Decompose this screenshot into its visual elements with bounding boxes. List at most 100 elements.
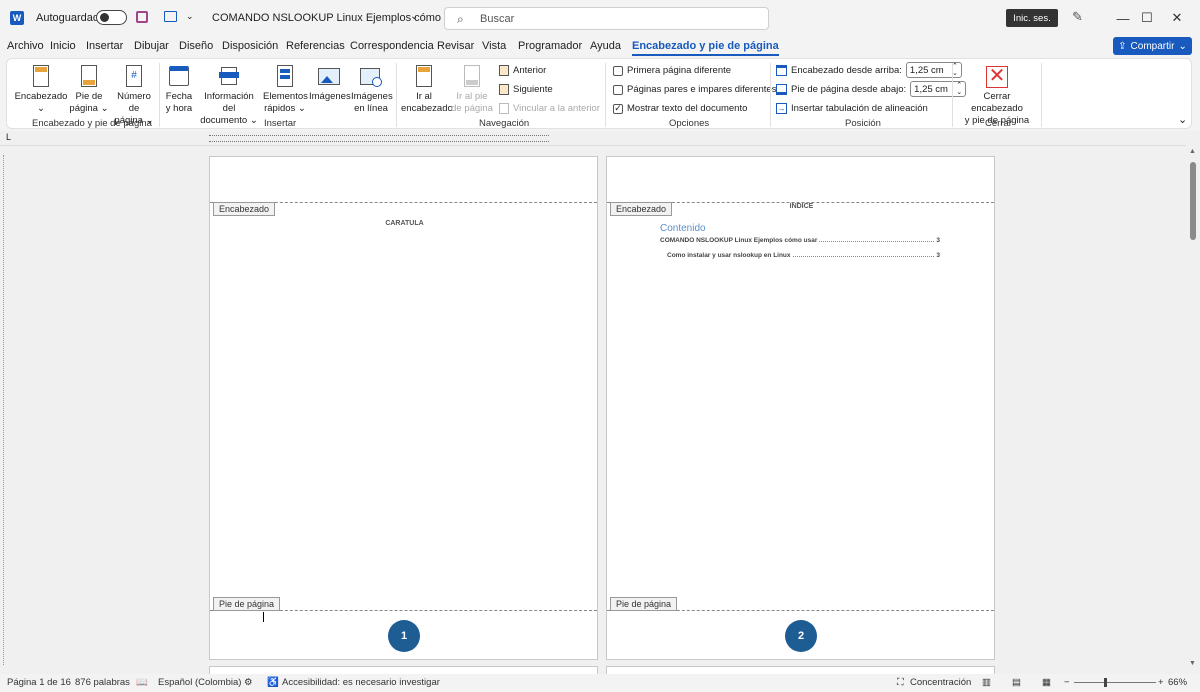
page-number-icon: # <box>122 63 146 89</box>
read-mode-icon[interactable]: ▥ <box>982 677 991 688</box>
online-picture-icon <box>359 63 383 89</box>
anterior-button[interactable]: Anterior <box>499 65 546 76</box>
imagenes-button[interactable]: Imágenes <box>309 63 351 103</box>
horizontal-ruler[interactable]: L <box>0 131 1186 146</box>
separator <box>1041 63 1042 127</box>
ir-encabezado-button[interactable]: Ir al encabezado <box>401 63 453 115</box>
toc-entry[interactable]: COMANDO NSLOOKUP Linux Ejemplos cómo usa… <box>660 237 940 244</box>
accessibility-icon: ♿ <box>267 677 279 688</box>
zoom-in-icon[interactable]: + <box>1158 677 1164 688</box>
zoom-level[interactable]: 66% <box>1168 677 1187 688</box>
scroll-up-icon[interactable]: ▲ <box>1189 148 1196 155</box>
text-predictions-icon[interactable]: ⚙ <box>244 677 253 688</box>
web-layout-icon[interactable]: ▦ <box>1042 677 1051 688</box>
menu-archivo[interactable]: Archivo <box>7 40 44 52</box>
zoom-slider[interactable] <box>1074 678 1156 687</box>
menu-bar: Archivo Inicio Insertar Dibujar Diseño D… <box>0 36 1200 58</box>
scroll-thumb[interactable] <box>1190 162 1196 240</box>
page-2[interactable]: Encabezado INDICE Contenido COMANDO NSLO… <box>606 156 995 660</box>
menu-inicio[interactable]: Inicio <box>50 40 76 52</box>
vertical-scrollbar[interactable]: ▲ ▼ <box>1186 146 1200 674</box>
header-icon <box>29 63 53 89</box>
menu-dibujar[interactable]: Dibujar <box>134 40 169 52</box>
calendar-icon <box>167 63 191 89</box>
document-title[interactable]: COMANDO NSLOOKUP Linux Ejemplos cómo usa… <box>212 12 466 24</box>
mostrar-texto-checkbox[interactable]: ✓ Mostrar texto del documento <box>613 103 747 114</box>
word-logo-icon: W <box>10 11 24 25</box>
pie-pagina-button[interactable]: Pie de página ⌄ <box>69 63 109 115</box>
vincular-anterior-button: Vincular a la anterior <box>499 103 600 114</box>
info-documento-button[interactable]: Información del documento ⌄ <box>197 63 261 127</box>
share-button[interactable]: ⇪ Compartir ⌄ <box>1113 37 1192 55</box>
word-count[interactable]: 876 palabras <box>75 677 130 688</box>
vertical-ruler[interactable] <box>3 155 15 665</box>
tab-selector-icon[interactable]: L <box>6 132 11 142</box>
document-area: L Encabezado CARATULA Pie de página 1 En… <box>0 131 1200 686</box>
page-count[interactable]: Página 1 de 16 <box>7 677 71 688</box>
page-number-badge: 2 <box>785 620 817 652</box>
encabezado-desde-arriba: Encabezado desde arriba: 1,25 cm ⌃ ⌄ <box>776 62 962 78</box>
menu-diseno[interactable]: Diseño <box>179 40 213 52</box>
goto-header-icon <box>412 63 436 89</box>
checkbox-checked: ✓ <box>613 103 623 114</box>
separator <box>770 63 771 127</box>
group-label-posicion: Posición <box>845 118 881 129</box>
menu-disposicion[interactable]: Disposición <box>222 40 278 52</box>
ribbon-expand-icon[interactable]: ⌄ <box>1178 113 1187 126</box>
quick-parts-icon <box>273 63 297 89</box>
search-placeholder: Buscar <box>480 13 515 25</box>
focus-mode-button[interactable]: Concentración <box>910 677 971 688</box>
search-input[interactable]: ⌕ Buscar <box>444 7 769 30</box>
toc-entry[interactable]: Como instalar y usar nslookup en Linux 3 <box>667 252 940 259</box>
page-1[interactable]: Encabezado CARATULA Pie de página 1 <box>209 156 598 660</box>
page-heading: INDICE <box>789 203 814 210</box>
autosave-label: Autoguardado <box>36 12 106 24</box>
header-distance-input[interactable]: 1,25 cm ⌃ ⌄ <box>905 62 962 78</box>
checkbox-unchecked <box>613 65 623 76</box>
insertar-tabulacion-button[interactable]: → Insertar tabulación de alineación <box>776 103 928 114</box>
scroll-down-icon[interactable]: ▼ <box>1189 660 1196 667</box>
next-icon <box>499 84 509 95</box>
print-layout-icon[interactable]: ▤ <box>1012 677 1021 688</box>
pen-icon[interactable]: ✎ <box>1072 9 1083 25</box>
language[interactable]: Español (Colombia) <box>158 677 241 688</box>
close-button[interactable]: ✕ <box>1154 0 1200 36</box>
separator <box>605 63 606 127</box>
save-icon[interactable] <box>136 11 148 23</box>
proofing-icon[interactable]: 📖 <box>136 677 148 688</box>
menu-encabezado-pie[interactable]: Encabezado y pie de página <box>632 40 779 56</box>
elementos-rapidos-button[interactable]: Elementos rápidos ⌄ <box>263 63 308 115</box>
menu-ayuda[interactable]: Ayuda <box>590 40 621 52</box>
menu-programador[interactable]: Programador <box>518 40 582 52</box>
menu-correspondencia[interactable]: Correspondencia <box>350 40 434 52</box>
encabezado-button[interactable]: Encabezado ⌄ <box>13 63 69 115</box>
presentation-icon[interactable] <box>164 11 177 22</box>
accessibility-status[interactable]: Accesibilidad: es necesario investigar <box>282 677 440 688</box>
footer-position-icon <box>776 83 787 95</box>
share-icon: ⇪ <box>1118 40 1127 52</box>
search-icon: ⌕ <box>457 12 464 26</box>
footer-tag: Pie de página <box>213 597 281 611</box>
document-info-icon <box>217 63 241 89</box>
pie-desde-abajo: Pie de página desde abajo: 1,25 cm ⌃ ⌄ <box>776 81 967 97</box>
imagenes-linea-button[interactable]: Imágenes en línea <box>351 63 393 115</box>
menu-revisar[interactable]: Revisar <box>437 40 474 52</box>
group-label-cerrar: Cerrar <box>985 118 1012 129</box>
sign-in-button[interactable]: Inic. ses. <box>1006 9 1058 27</box>
status-bar: Página 1 de 16 876 palabras 📖 Español (C… <box>0 674 1200 692</box>
close-header-icon: ✕ <box>985 63 1009 89</box>
separator <box>952 63 953 127</box>
menu-insertar[interactable]: Insertar <box>86 40 123 52</box>
goto-footer-icon <box>460 63 484 89</box>
menu-referencias[interactable]: Referencias <box>286 40 345 52</box>
autosave-toggle[interactable] <box>96 10 127 25</box>
ribbon: Encabezado ⌄ Pie de página ⌄ # Número de pá… <box>6 58 1192 129</box>
siguiente-button[interactable]: Siguiente <box>499 84 553 95</box>
menu-vista[interactable]: Vista <box>482 40 506 52</box>
primera-pagina-checkbox[interactable]: Primera página diferente <box>613 65 731 76</box>
customize-toolbar-icon[interactable]: ⌄ <box>186 11 194 22</box>
zoom-out-icon[interactable]: − <box>1064 677 1070 688</box>
fecha-hora-button[interactable]: Fecha y hora <box>163 63 195 115</box>
chevron-down-icon[interactable]: ⌄ <box>410 11 418 22</box>
pares-impares-checkbox[interactable]: Páginas pares e impares diferentes <box>613 84 776 95</box>
